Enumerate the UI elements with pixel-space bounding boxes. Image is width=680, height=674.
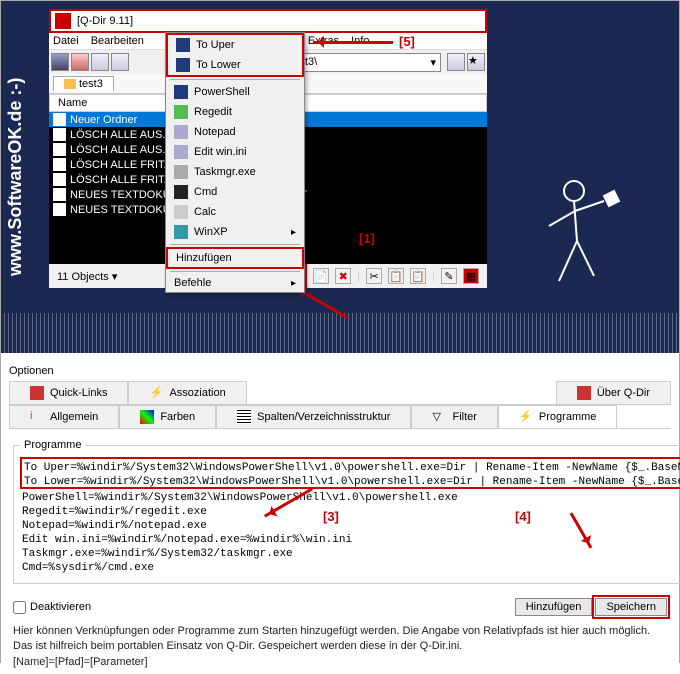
qdir-app-icon [55,13,71,29]
speichern-button[interactable]: Speichern [595,598,667,616]
menu-item-notepad[interactable]: Notepad [166,122,304,142]
menu-datei[interactable]: Datei [53,35,79,47]
programme-fieldset: Programme To Uper=%windir%/System32\Wind… [13,439,680,584]
titlebar: [Q-Dir 9.11] [49,9,487,33]
tab-ueber[interactable]: Über Q-Dir [556,381,671,404]
film-icon[interactable]: ▦ [463,268,479,284]
grass-decoration [1,313,679,353]
menu-item-to-upper[interactable]: To Uper [168,35,302,55]
tab-allgemein[interactable]: iAllgemein [9,405,119,428]
tools-dropdown: To Uper To Lower PowerShell Regedit Note… [165,32,305,293]
tab-programme[interactable]: ⚡Programme [498,405,617,428]
programme-textarea-highlight[interactable]: To Uper=%windir%/System32\WindowsPowerSh… [20,457,680,489]
menu-item-cmd[interactable]: Cmd [166,182,304,202]
status-text[interactable]: 11 Objects ▾ [57,270,117,283]
menu-item-powershell[interactable]: PowerShell [166,82,304,102]
options-tabs-row2: iAllgemein Farben Spalten/Verzeichnisstr… [9,405,671,429]
menu-item-befehle[interactable]: Befehle▸ [166,274,304,292]
file-tab[interactable]: test3 [53,76,114,91]
menu-bearbeiten[interactable]: Bearbeiten [91,35,144,47]
tab-filter[interactable]: ▽Filter [411,405,497,428]
layout-icon[interactable] [51,53,69,71]
watermark-text: www.SoftwareOK.de :-) [1,1,30,353]
layout-red-icon[interactable] [71,53,89,71]
menu-item-edit-winini[interactable]: Edit win.ini [166,142,304,162]
delete-icon[interactable]: ✖ [335,268,351,284]
deaktivieren-checkbox[interactable] [13,601,26,614]
star-icon[interactable]: ★ [467,53,485,71]
programme-legend: Programme [20,439,85,451]
tab-spalten[interactable]: Spalten/Verzeichnisstruktur [216,405,411,428]
layout-icon-2[interactable] [91,53,109,71]
menu-item-taskmgr[interactable]: Taskmgr.exe [166,162,304,182]
options-tabs-row1: Quick-Links ⚡Assoziation Über Q-Dir [9,381,671,405]
layout-icon-3[interactable] [111,53,129,71]
copy-icon[interactable]: 📄 [313,268,329,284]
window-title: [Q-Dir 9.11] [77,15,133,27]
deaktivieren-label: Deaktivieren [30,601,91,613]
cut-icon[interactable]: ✂ [366,268,382,284]
menu-item-winxp[interactable]: WinXP▸ [166,222,304,242]
stick-figure [529,171,629,301]
tab-quicklinks[interactable]: Quick-Links [9,381,128,404]
folder-icon [64,79,76,89]
menu-item-calc[interactable]: Calc [166,202,304,222]
menu-item-hinzufuegen[interactable]: Hinzufügen [168,249,302,267]
paste-icon[interactable]: 📋 [388,268,404,284]
help-text: Hier können Verknüpfungen oder Programme… [9,620,671,674]
options-title: Optionen [9,361,671,381]
tab-farben[interactable]: Farben [119,405,216,428]
tab-assoziation[interactable]: ⚡Assoziation [128,381,246,404]
menu-item-to-lower[interactable]: To Lower [168,55,302,75]
menu-item-regedit[interactable]: Regedit [166,102,304,122]
clipboard-icon[interactable]: 📋 [410,268,426,284]
hinzufuegen-button[interactable]: Hinzufügen [515,598,593,616]
go-icon[interactable] [447,53,465,71]
edit-icon[interactable]: ✎ [441,268,457,284]
